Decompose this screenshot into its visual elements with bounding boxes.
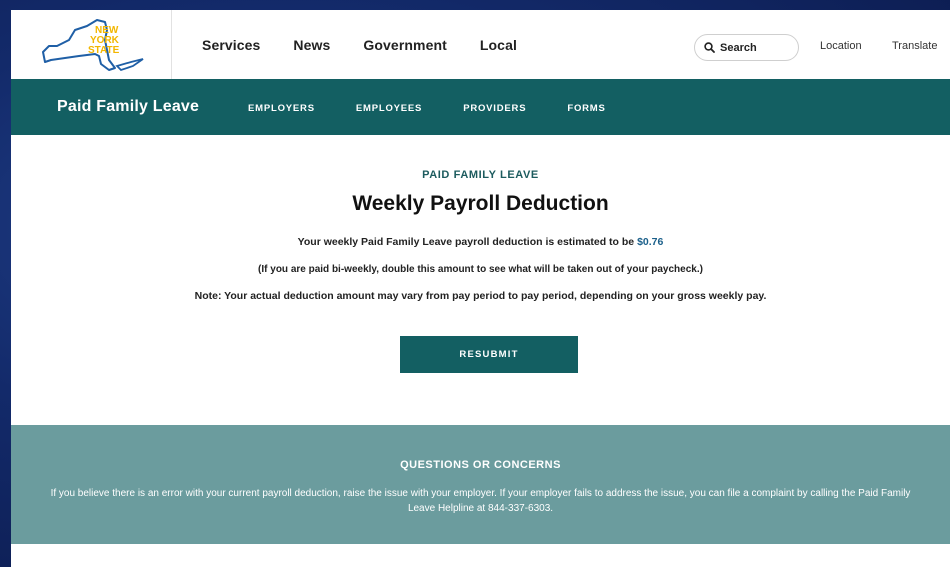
biweekly-note: (If you are paid bi-weekly, double this … xyxy=(258,264,703,275)
deduction-estimate: Your weekly Paid Family Leave payroll de… xyxy=(11,236,950,248)
subnav-forms[interactable]: FORMS xyxy=(567,103,605,114)
page-title: Weekly Payroll Deduction xyxy=(352,192,609,215)
section-eyebrow: PAID FAMILY LEAVE xyxy=(422,169,539,181)
svg-text:STATE: STATE xyxy=(88,45,120,56)
nav-news[interactable]: News xyxy=(293,37,330,53)
resubmit-button[interactable]: RESUBMIT xyxy=(400,336,578,373)
search-button[interactable]: Search xyxy=(694,34,799,61)
program-nav: Paid Family Leave EMPLOYERS EMPLOYEES PR… xyxy=(11,79,950,135)
nav-local[interactable]: Local xyxy=(480,37,517,53)
global-header: NEW YORK STATE Services News Government … xyxy=(11,10,950,80)
nav-government[interactable]: Government xyxy=(363,37,446,53)
questions-body: If you believe there is an error with yo… xyxy=(50,488,911,514)
translate-link[interactable]: Translate xyxy=(892,40,937,52)
subnav-providers[interactable]: PROVIDERS xyxy=(463,103,526,114)
location-link[interactable]: Location xyxy=(820,40,862,52)
program-title-link[interactable]: Paid Family Leave xyxy=(57,98,199,116)
nav-services[interactable]: Services xyxy=(202,37,260,53)
footer-spacer xyxy=(11,544,950,567)
browser-page: NEW YORK STATE Services News Government … xyxy=(11,10,950,567)
primary-nav: Services News Government Local xyxy=(202,37,550,53)
header-divider xyxy=(171,10,172,79)
nys-logo[interactable]: NEW YORK STATE xyxy=(35,16,165,72)
questions-section: QUESTIONS OR CONCERNS If you believe the… xyxy=(11,425,950,544)
questions-title: QUESTIONS OR CONCERNS xyxy=(400,459,561,471)
variance-note: Note: Your actual deduction amount may v… xyxy=(194,290,767,302)
search-label: Search xyxy=(720,41,757,54)
estimate-text: Your weekly Paid Family Leave payroll de… xyxy=(297,236,638,248)
estimate-amount: $0.76 xyxy=(637,236,664,248)
program-nav-links: EMPLOYERS EMPLOYEES PROVIDERS FORMS xyxy=(248,103,647,114)
subnav-employers[interactable]: EMPLOYERS xyxy=(248,103,315,114)
search-icon xyxy=(704,42,715,53)
nys-state-outline-icon: NEW YORK STATE xyxy=(42,19,144,72)
subnav-employees[interactable]: EMPLOYEES xyxy=(356,103,422,114)
